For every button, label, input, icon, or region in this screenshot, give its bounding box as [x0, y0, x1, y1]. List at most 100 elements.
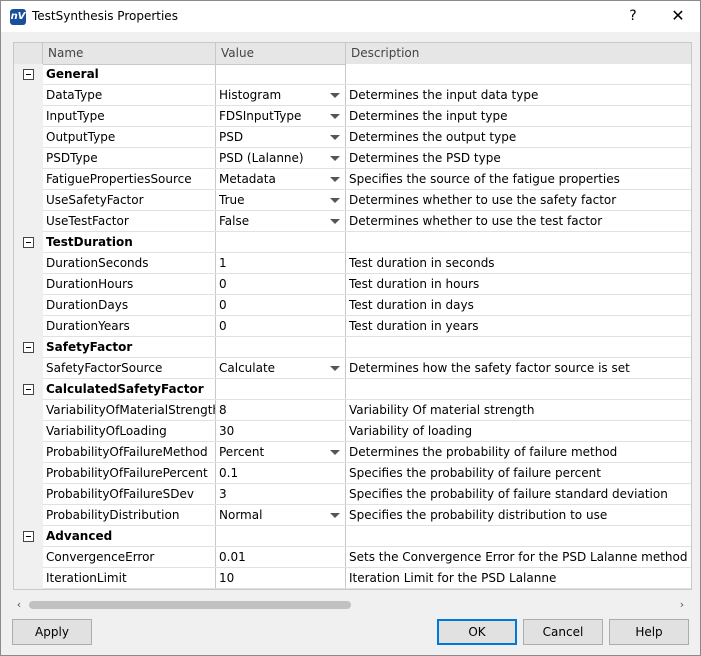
header-description[interactable]: Description	[346, 43, 691, 64]
property-row[interactable]: VariabilityOfLoading 30 Variability of loa…	[14, 421, 691, 442]
property-description: Iteration Limit for the PSD Lalanne	[349, 571, 557, 585]
property-value[interactable]: PSD (Lalanne)	[216, 148, 346, 168]
row-gutter	[14, 316, 43, 337]
property-row[interactable]: DurationDays 0 Test duration in days	[14, 295, 691, 316]
property-value[interactable]: Normal	[216, 505, 346, 525]
dropdown-arrow-icon[interactable]	[330, 513, 340, 518]
header-name[interactable]: Name	[43, 43, 216, 64]
dropdown-arrow-icon[interactable]	[330, 156, 340, 161]
property-row[interactable]: DurationSeconds 1 Test duration in seconds	[14, 253, 691, 274]
property-row[interactable]: VariabilityOfMaterialStrength 8 Variabilit…	[14, 400, 691, 421]
property-value	[216, 232, 346, 252]
dropdown-arrow-icon[interactable]	[330, 93, 340, 98]
help-button[interactable]: Help	[609, 619, 689, 645]
property-row[interactable]: FatiguePropertiesSource Metadata Specifies…	[14, 169, 691, 190]
property-value[interactable]: 0	[216, 316, 346, 336]
property-description: Test duration in seconds	[349, 256, 495, 270]
window-title: TestSynthesis Properties	[32, 9, 178, 23]
property-value[interactable]: FDSInputType	[216, 106, 346, 126]
property-value[interactable]: Histogram	[216, 85, 346, 105]
collapse-icon[interactable]	[23, 69, 34, 80]
property-value[interactable]: 30	[216, 421, 346, 441]
dropdown-arrow-icon[interactable]	[330, 177, 340, 182]
property-name: IterationLimit	[43, 568, 216, 588]
ok-button[interactable]: OK	[437, 619, 517, 645]
category-row[interactable]: TestDuration	[14, 232, 691, 253]
property-value[interactable]: PSD	[216, 127, 346, 147]
row-gutter	[14, 547, 43, 568]
property-value[interactable]: 0	[216, 274, 346, 294]
dropdown-arrow-icon[interactable]	[330, 135, 340, 140]
scroll-right-icon[interactable]: ›	[676, 597, 688, 613]
property-row[interactable]: UseSafetyFactor True Determines whether to…	[14, 190, 691, 211]
category-name: TestDuration	[43, 232, 216, 252]
property-value[interactable]: 0	[216, 295, 346, 315]
dropdown-arrow-icon[interactable]	[330, 114, 340, 119]
property-row[interactable]: DurationYears 0 Test duration in years	[14, 316, 691, 337]
property-value	[216, 526, 346, 546]
scroll-left-icon[interactable]: ‹	[13, 597, 25, 613]
row-gutter	[14, 505, 43, 526]
row-gutter	[14, 253, 43, 274]
property-value[interactable]: 3	[216, 484, 346, 504]
property-value[interactable]: True	[216, 190, 346, 210]
property-row[interactable]: OutputType PSD Determines the output type	[14, 127, 691, 148]
dropdown-arrow-icon[interactable]	[330, 219, 340, 224]
close-button[interactable]: ✕	[668, 5, 688, 27]
context-help-button[interactable]: ?	[623, 6, 643, 26]
category-row[interactable]: CalculatedSafetyFactor	[14, 379, 691, 400]
collapse-icon[interactable]	[23, 531, 34, 542]
cancel-button[interactable]: Cancel	[523, 619, 603, 645]
property-value[interactable]: False	[216, 211, 346, 231]
property-row[interactable]: ProbabilityOfFailureSDev 3 Specifies the p…	[14, 484, 691, 505]
property-row[interactable]: SafetyFactorSource Calculate Determines ho…	[14, 358, 691, 379]
category-row[interactable]: Advanced	[14, 526, 691, 547]
property-row[interactable]: ProbabilityOfFailurePercent 0.1 Specifies …	[14, 463, 691, 484]
property-name: UseTestFactor	[43, 211, 216, 231]
property-row[interactable]: InputType FDSInputType Determines the inpu…	[14, 106, 691, 127]
apply-button[interactable]: Apply	[12, 619, 92, 645]
property-row[interactable]: DurationHours 0 Test duration in hours	[14, 274, 691, 295]
property-name: VariabilityOfLoading	[43, 421, 216, 441]
dropdown-arrow-icon[interactable]	[330, 450, 340, 455]
property-value[interactable]: Metadata	[216, 169, 346, 189]
dropdown-arrow-icon[interactable]	[330, 366, 340, 371]
grid-header: Name Value Description	[14, 43, 691, 65]
property-grid[interactable]: Name Value Description General DataType Hi…	[13, 42, 692, 590]
property-row[interactable]: ProbabilityOfFailureMethod Percent Determi…	[14, 442, 691, 463]
property-row[interactable]: UseTestFactor False Determines whether to …	[14, 211, 691, 232]
collapse-icon[interactable]	[23, 384, 34, 395]
property-row[interactable]: IterationLimit 10 Iteration Limit for the …	[14, 568, 691, 589]
property-description: Variability Of material strength	[349, 403, 535, 417]
row-gutter	[14, 358, 43, 379]
dropdown-arrow-icon[interactable]	[330, 198, 340, 203]
property-value[interactable]: 0.1	[216, 463, 346, 483]
property-description	[346, 526, 691, 546]
property-row[interactable]: ProbabilityDistribution Normal Specifies t…	[14, 505, 691, 526]
collapse-icon[interactable]	[23, 237, 34, 248]
row-gutter	[14, 190, 43, 211]
scroll-thumb[interactable]	[29, 601, 351, 609]
property-row[interactable]: DataType Histogram Determines the input da…	[14, 85, 691, 106]
property-value[interactable]: Calculate	[216, 358, 346, 378]
property-value[interactable]: 1	[216, 253, 346, 273]
property-name: DurationYears	[43, 316, 216, 336]
property-description: Specifies the probability distribution t…	[349, 508, 608, 522]
category-row[interactable]: General	[14, 64, 691, 85]
property-value[interactable]: 0.01	[216, 547, 346, 567]
header-value[interactable]: Value	[216, 43, 346, 64]
row-gutter	[14, 127, 43, 148]
category-name: SafetyFactor	[43, 337, 216, 357]
property-value[interactable]: Percent	[216, 442, 346, 462]
property-description: Variability of loading	[349, 424, 473, 438]
property-row[interactable]: PSDType PSD (Lalanne) Determines the PSD t…	[14, 148, 691, 169]
property-value[interactable]: 8	[216, 400, 346, 420]
collapse-icon[interactable]	[23, 342, 34, 353]
horizontal-scrollbar[interactable]: ‹ ›	[13, 597, 690, 613]
property-row[interactable]: ConvergenceError 0.01 Sets the Convergence…	[14, 547, 691, 568]
property-value[interactable]: 10	[216, 568, 346, 588]
property-description: Determines the PSD type	[349, 151, 501, 165]
category-row[interactable]: SafetyFactor	[14, 337, 691, 358]
property-name: VariabilityOfMaterialStrength	[43, 400, 216, 420]
property-name: InputType	[43, 106, 216, 126]
